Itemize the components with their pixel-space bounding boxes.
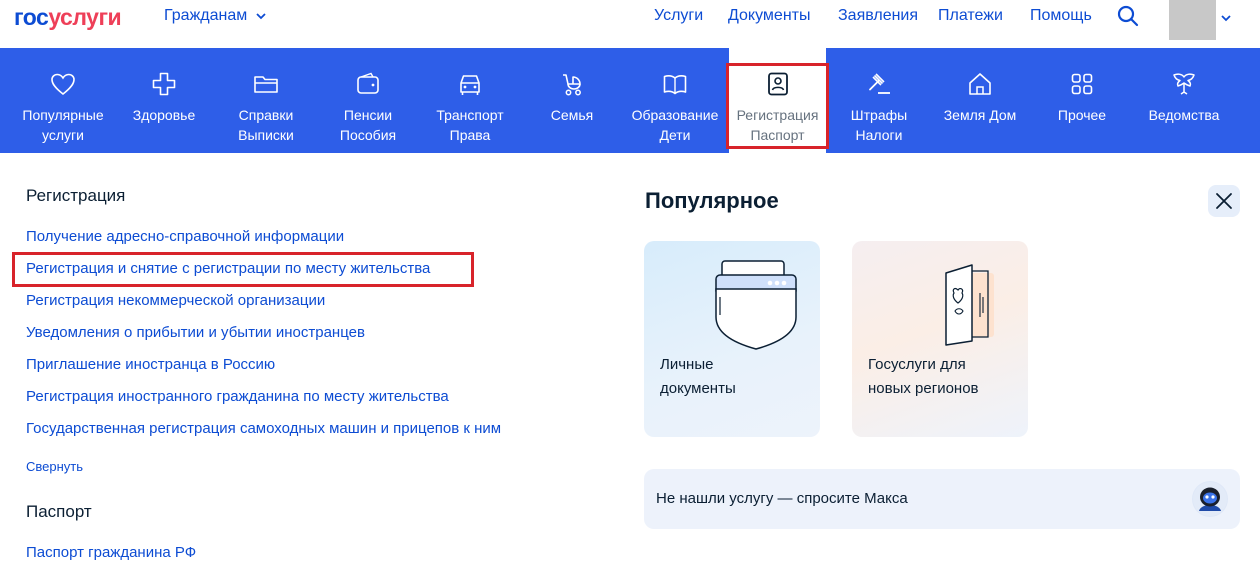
category-registration[interactable]: Регистрация Паспорт	[729, 48, 826, 153]
category-label: Регистрация Паспорт	[736, 107, 819, 143]
category-label: Прочее	[1057, 107, 1107, 123]
link-foreigner-notices[interactable]: Уведомления о прибытии и убытии иностран…	[26, 324, 365, 341]
chevron-down-icon[interactable]	[1220, 12, 1232, 24]
logo-part-1: гос	[14, 4, 49, 30]
house-icon	[969, 73, 991, 95]
assistant-robot-icon[interactable]	[1192, 481, 1228, 517]
category-land-house[interactable]: Земля Дом	[936, 48, 1024, 153]
category-band: Популярные услуги Здоровье Справки Выпис…	[0, 48, 1260, 153]
logo-part-2: услуги	[48, 4, 122, 30]
card-label: Госуслуги для новых регионов	[868, 356, 979, 397]
collapse-link[interactable]: Свернуть	[26, 459, 83, 474]
category-education[interactable]: Образование Дети	[626, 48, 724, 153]
category-label: Ведомства	[1148, 107, 1220, 123]
category-label: Популярные услуги	[22, 107, 104, 143]
link-machine-registration[interactable]: Государственная регистрация самоходных м…	[26, 420, 501, 437]
category-family[interactable]: Семья	[540, 48, 604, 153]
audience-label: Гражданам	[164, 7, 248, 24]
ask-max-bar[interactable]: Не нашли услугу — спросите Макса	[644, 469, 1240, 529]
search-icon[interactable]	[1116, 4, 1140, 28]
category-health[interactable]: Здоровье	[124, 48, 204, 153]
category-label: Пенсии Пособия	[339, 107, 397, 143]
user-avatar[interactable]	[1169, 0, 1216, 40]
category-popular[interactable]: Популярные услуги	[14, 48, 112, 153]
nav-help[interactable]: Помощь	[1030, 7, 1092, 25]
top-bar: госуслуги Гражданам Услуги Документы Зая…	[0, 0, 1260, 48]
grid-icon	[1071, 73, 1093, 95]
car-icon	[460, 75, 480, 95]
category-pensions[interactable]: Пенсии Пособия	[328, 48, 408, 153]
section-title-passport: Паспорт	[26, 502, 92, 521]
category-label: Транспорт Права	[436, 107, 504, 143]
card-personal-documents[interactable]: Личные документы	[644, 241, 820, 437]
medical-cross-icon	[152, 72, 176, 96]
document-pocket-icon	[715, 260, 797, 350]
book-icon	[663, 75, 687, 95]
link-passport-rf[interactable]: Паспорт гражданина РФ	[26, 544, 196, 561]
category-label: Штрафы Налоги	[850, 107, 908, 143]
heart-icon	[51, 73, 75, 96]
category-other[interactable]: Прочее	[1048, 48, 1116, 153]
gavel-icon	[869, 73, 890, 94]
link-residence-registration[interactable]: Регистрация и снятие с регистрации по ме…	[26, 260, 430, 277]
close-icon	[1216, 193, 1232, 209]
category-label: Здоровье	[132, 107, 196, 123]
category-agencies[interactable]: Ведомства	[1140, 48, 1228, 153]
nav-documents[interactable]: Документы	[728, 7, 810, 25]
card-label: Личные документы	[660, 356, 736, 397]
category-fines[interactable]: Штрафы Налоги	[840, 48, 918, 153]
link-nonprofit-registration[interactable]: Регистрация некоммерческой организации	[26, 292, 325, 309]
nav-applications[interactable]: Заявления	[838, 7, 918, 25]
close-button[interactable]	[1208, 185, 1240, 217]
category-label: Семья	[550, 107, 594, 123]
folder-icon	[254, 76, 278, 93]
id-card-icon	[767, 72, 788, 96]
section-title-registration: Регистрация	[26, 186, 126, 205]
category-certificates[interactable]: Справки Выписки	[226, 48, 306, 153]
category-transport[interactable]: Транспорт Права	[428, 48, 512, 153]
link-foreigner-invitation[interactable]: Приглашение иностранца в Россию	[26, 356, 275, 373]
link-address-info[interactable]: Получение адресно-справочной информации	[26, 228, 344, 245]
nav-services[interactable]: Услуги	[654, 7, 703, 25]
card-new-regions[interactable]: Госуслуги для новых регионов	[852, 241, 1028, 437]
stroller-icon	[563, 74, 581, 96]
nav-payments[interactable]: Платежи	[938, 7, 1003, 25]
category-label: Справки Выписки	[238, 107, 294, 143]
chevron-down-icon	[256, 13, 266, 20]
ask-max-text: Не нашли услугу — спросите Макса	[656, 490, 908, 507]
passport-book-icon	[945, 264, 994, 346]
gosuslugi-logo[interactable]: госуслуги	[14, 4, 122, 31]
popular-title: Популярное	[645, 188, 779, 213]
wallet-icon	[357, 72, 379, 94]
category-label: Образование Дети	[631, 107, 719, 143]
audience-selector[interactable]: Гражданам	[164, 7, 267, 25]
category-label: Земля Дом	[943, 107, 1017, 123]
link-foreigner-residence[interactable]: Регистрация иностранного гражданина по м…	[26, 388, 449, 405]
eagle-icon	[1173, 73, 1195, 95]
